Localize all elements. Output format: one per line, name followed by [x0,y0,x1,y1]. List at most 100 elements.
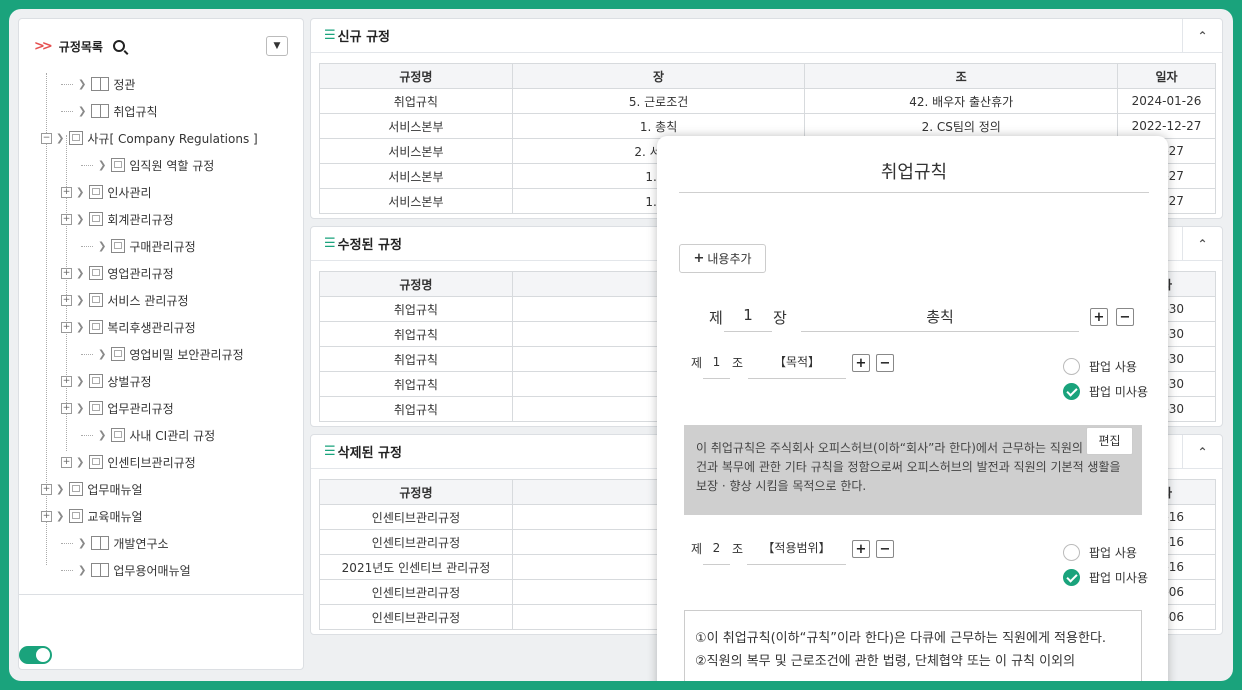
column-header[interactable]: 일자 [1117,63,1216,89]
chevron-right-icon: ❯ [56,132,65,144]
chapter-prefix: 제 [709,309,723,327]
tree-item[interactable]: ❯ 사내 CI관리 규정 [81,424,215,446]
tree-item[interactable]: ❯ 업무용어매뉴얼 [61,559,191,581]
collapse-button[interactable]: ⌃ [1182,435,1222,469]
expand-icon[interactable]: + [41,483,52,495]
popup-unuse-label: 팝업 미사용 [1089,571,1149,585]
expand-icon[interactable]: + [61,186,72,198]
list-icon: ☰ [324,236,336,251]
add-content-label: 내용추가 [707,252,752,266]
tree-connector [61,542,73,544]
remove-chapter-button[interactable]: − [1116,308,1134,326]
collapse-button[interactable]: ⌃ [1182,19,1222,53]
article-name-field[interactable]: 【목적】 [748,351,846,379]
tree-item-label: 인센티브관리규정 [107,455,196,470]
expand-icon[interactable]: + [61,213,72,225]
tree-item[interactable]: + ❯ 서비스 관리규정 [61,289,189,311]
list-icon: ☰ [324,444,336,459]
tree-item[interactable]: − ❯ 사규[ Company Regulations ] [41,127,258,149]
chevron-right-icon: ❯ [76,375,85,387]
add-content-button[interactable]: + 내용추가 [679,244,766,273]
add-article-button[interactable]: + [852,354,870,372]
table-cell: 인센티브관리규정 [319,579,513,605]
tree-item-label: 영업관리규정 [107,266,174,281]
chevron-right-icon: ❯ [76,294,85,306]
tree-item[interactable]: + ❯ 인사관리 [61,181,152,203]
tree-item[interactable]: ❯ 개발연구소 [61,532,169,554]
document-icon [89,293,104,307]
chevron-right-icon: ❯ [98,348,107,360]
popup-use-radio[interactable]: 팝업 사용 [1063,544,1137,561]
article-number-field[interactable]: 1 [703,351,730,379]
tree-connector [61,569,73,571]
chevron-right-icon: ❯ [76,267,85,279]
tree-item[interactable]: ❯ 정관 [61,73,135,95]
popup-use-radio[interactable]: 팝업 사용 [1063,358,1137,375]
column-header[interactable]: 장 [511,63,806,89]
popup-unuse-radio[interactable]: 팝업 미사용 [1063,569,1148,586]
tree-item[interactable]: + ❯ 복리후생관리규정 [61,316,196,338]
add-article-button[interactable]: + [852,540,870,558]
table-cell: 서비스본부 [319,163,513,189]
app-frame: >> 규정목록 ▼ ❯ 정관 ❯ 취업규칙 − ❯ 사규[ Company Regulati… [9,9,1233,681]
popup-use-label: 팝업 사용 [1089,546,1137,560]
remove-article-button[interactable]: − [876,354,894,372]
document-icon [89,401,104,415]
chapter-name-field[interactable]: 총칙 [801,306,1079,332]
column-header[interactable]: 규정명 [319,479,513,505]
tree-item[interactable]: + ❯ 상벌규정 [61,370,152,392]
tree-item-label: 업무매뉴얼 [87,482,143,497]
tree-item[interactable]: + ❯ 업무매뉴얼 [41,478,143,500]
expand-icon[interactable]: + [61,267,72,279]
column-header[interactable]: 규정명 [319,63,513,89]
document-icon [89,212,104,226]
document-icon [69,482,84,496]
search-icon[interactable] [112,40,125,52]
expand-icon[interactable]: + [61,456,72,468]
document-icon [111,347,126,361]
tree-item[interactable]: + ❯ 업무관리규정 [61,397,174,419]
tree-item[interactable]: + ❯ 인센티브관리규정 [61,451,196,473]
expand-icon[interactable]: + [61,402,72,414]
document-icon [111,239,126,253]
collapse-button[interactable]: ⌃ [1182,227,1222,261]
table-row[interactable]: 서비스본부 1. 총칙 2. CS팀의 정의 2022-12-27 [319,113,1216,139]
expand-icon[interactable]: + [41,510,52,522]
radio-circle [1063,358,1080,375]
sidebar-dropdown-button[interactable]: ▼ [266,36,288,56]
table-row[interactable]: 취업규칙 5. 근로조건 42. 배우자 출산휴가 2024-01-26 [319,88,1216,114]
expand-icon[interactable]: + [61,375,72,387]
article-name-field[interactable]: 【적용범위】 [747,537,846,565]
tree-item[interactable]: ❯ 취업규칙 [61,100,158,122]
add-chapter-button[interactable]: + [1090,308,1108,326]
edit-button[interactable]: 편집 [1086,427,1133,455]
chevron-right-icon: ❯ [78,105,87,117]
article-content-box: ①이 취업규칙(이하“규칙”이라 한다)은 다큐에 근무하는 직원에게 적용한다… [684,610,1142,681]
remove-article-button[interactable]: − [876,540,894,558]
tree-item[interactable]: + ❯ 회계관리규정 [61,208,174,230]
document-icon [89,320,104,334]
tree-item-label: 정관 [113,77,136,92]
table-cell: 취업규칙 [319,346,513,372]
column-header[interactable]: 조 [804,63,1119,89]
check-circle-icon [1063,383,1080,400]
tree-item[interactable]: ❯ 임직원 역할 규정 [81,154,214,176]
tree-item[interactable]: + ❯ 영업관리규정 [61,262,174,284]
article-suffix: 조 [732,542,744,556]
tree-item-label: 업무관리규정 [107,401,174,416]
tree-item[interactable]: ❯ 구매관리규정 [81,235,196,257]
table-cell: 취업규칙 [319,296,513,322]
table-cell: 취업규칙 [319,321,513,347]
column-header[interactable]: 규정명 [319,271,513,297]
tree-item[interactable]: ❯ 영업비밀 보안관리규정 [81,343,244,365]
toggle-switch[interactable] [19,646,52,664]
article-number-field[interactable]: 2 [703,537,730,565]
chapter-number-field[interactable]: 1 [724,306,772,332]
document-icon [89,185,104,199]
tree-item[interactable]: + ❯ 교육매뉴얼 [41,505,143,527]
expand-icon[interactable]: + [61,294,72,306]
chevron-right-icon: ❯ [76,321,85,333]
collapse-icon[interactable]: − [41,132,52,144]
expand-icon[interactable]: + [61,321,72,333]
popup-unuse-radio[interactable]: 팝업 미사용 [1063,383,1148,400]
